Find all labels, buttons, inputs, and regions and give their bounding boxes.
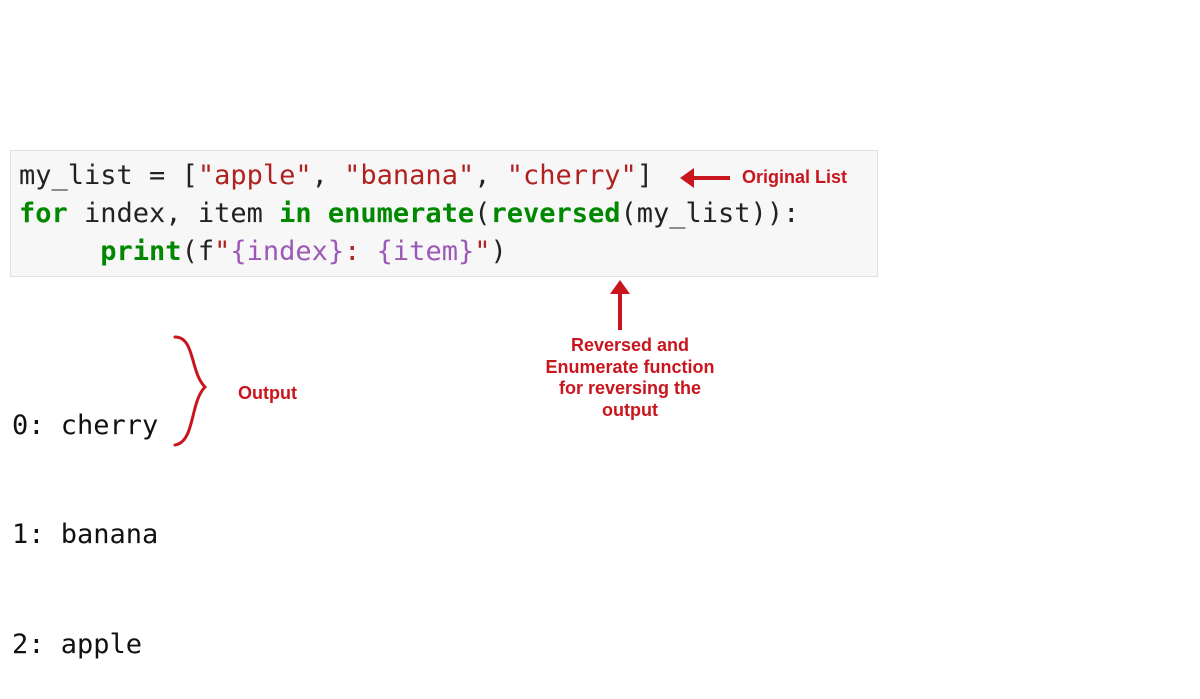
output-block: 0: cherry 1: banana 2: apple [12, 335, 158, 699]
fstring-expr: {item} [377, 236, 475, 267]
builtin-enumerate: enumerate [328, 198, 474, 229]
keyword-for: for [19, 198, 68, 229]
builtin-reversed: reversed [490, 198, 620, 229]
fstring-expr: {index} [230, 236, 344, 267]
code-line-2: for index, item in enumerate(reversed(my… [19, 195, 869, 233]
annotation-reversed: Reversed and Enumerate function for reve… [545, 335, 715, 421]
var-name: my_list [19, 160, 133, 191]
builtin-print: print [100, 236, 181, 267]
code-line-3: print(f"{index}: {item}") [19, 233, 869, 271]
arrow-left-icon [680, 168, 730, 188]
string-literal: "banana" [344, 160, 474, 191]
brace-icon [170, 332, 230, 450]
output-line: 2: apple [12, 627, 158, 663]
output-line: 0: cherry [12, 408, 158, 444]
output-line: 1: banana [12, 517, 158, 553]
arrow-up-icon [610, 280, 630, 330]
keyword-in: in [279, 198, 312, 229]
string-literal: "cherry" [507, 160, 637, 191]
string-literal: "apple" [198, 160, 312, 191]
annotation-original-list: Original List [742, 167, 847, 188]
annotation-output: Output [238, 383, 297, 404]
